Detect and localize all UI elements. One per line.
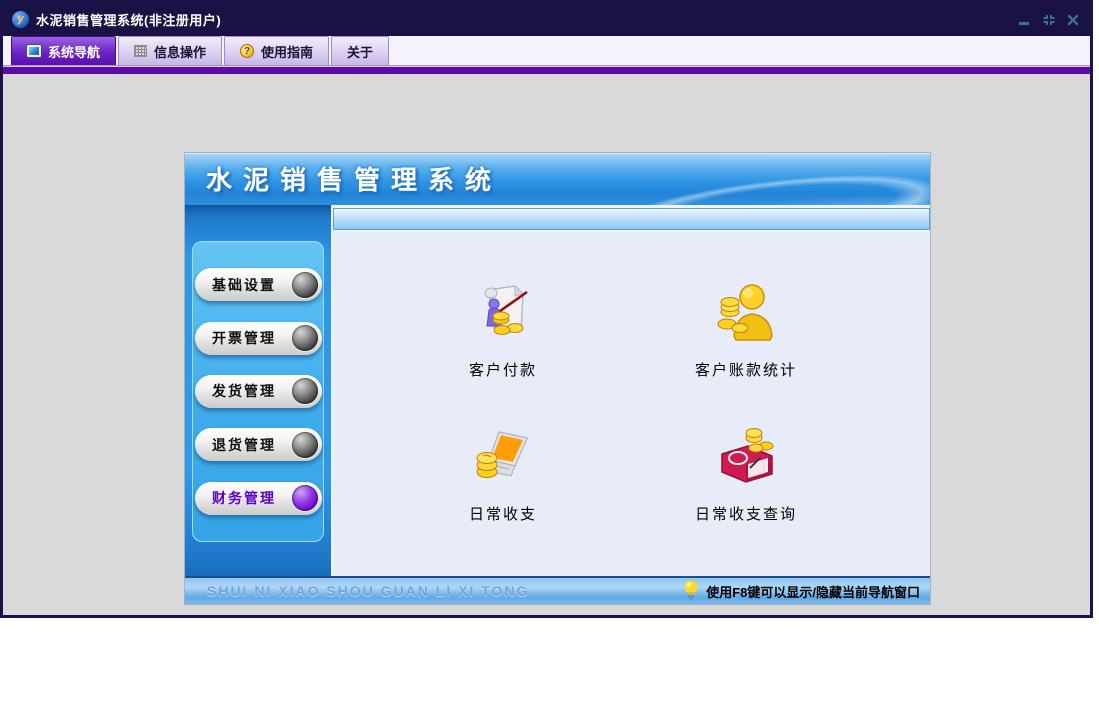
menu-tab[interactable]: 使用指南: [224, 36, 330, 65]
status-pinyin-text: SHUI NI XIAO SHOU GUAN LI XI TONG: [207, 583, 530, 599]
menu-tab[interactable]: 系统导航: [11, 36, 117, 65]
category-indicator-sphere: [291, 325, 318, 352]
status-hint-text: 使用F8键可以显示/隐藏当前导航窗口: [706, 584, 920, 600]
close-button[interactable]: [1065, 13, 1080, 27]
category-label: 财务管理: [212, 490, 276, 507]
title-bar: y 水泥销售管理系统(非注册用户): [3, 3, 1090, 36]
category-sidebar-inner: 基础设置 开票管理 发货管理 退货管理 财务管理: [192, 241, 324, 542]
customer-account-stats-icon: [714, 280, 778, 344]
app-window: y 水泥销售管理系统(非注册用户) 系统导航 信息操作 ? 使用指南 关于 水泥…: [0, 0, 1093, 618]
sidebar-category-button[interactable]: 发货管理: [194, 374, 322, 408]
window-controls: [1017, 13, 1080, 27]
content-region: 客户付款 客户账款统计 日常收支 日常收支查询: [333, 205, 930, 576]
panel-banner: 水泥销售管理系统: [185, 153, 930, 205]
daily-expense-icon: [471, 424, 535, 488]
menu-tab[interactable]: 信息操作: [118, 36, 223, 65]
grid-icon: [134, 45, 148, 57]
launcher-item[interactable]: 日常收支: [423, 424, 583, 524]
sidebar-category-button[interactable]: 开票管理: [194, 321, 322, 355]
launcher-grid: 客户付款 客户账款统计 日常收支 日常收支查询: [333, 232, 930, 576]
category-indicator-sphere: [291, 378, 318, 405]
tab-label: 关于: [347, 44, 374, 60]
daily-expense-query-icon: [714, 424, 778, 488]
category-label: 开票管理: [212, 330, 276, 347]
window-title: 水泥销售管理系统(非注册用户): [36, 13, 222, 28]
category-indicator-sphere: [291, 271, 318, 298]
tab-label: 系统导航: [48, 44, 101, 60]
category-label: 基础设置: [212, 276, 276, 293]
launcher-item-label: 日常收支查询: [694, 506, 797, 523]
category-indicator-sphere: [291, 485, 318, 512]
sidebar-category-button[interactable]: 基础设置: [194, 268, 322, 302]
content-header-strip: [333, 208, 930, 230]
launcher-item[interactable]: 客户付款: [423, 280, 583, 380]
launcher-item-label: 客户付款: [468, 362, 537, 379]
category-label: 退货管理: [212, 436, 276, 453]
monitor-icon: [26, 44, 42, 58]
minimize-button[interactable]: [1017, 13, 1032, 27]
navigation-panel: 水泥销售管理系统 基础设置 开票管理 发货管理 退货管理 财务管理 客户付款 客…: [185, 153, 930, 604]
accent-divider: [3, 66, 1090, 74]
launcher-item[interactable]: 日常收支查询: [666, 424, 826, 524]
category-indicator-sphere: [291, 431, 318, 458]
launcher-item-label: 客户账款统计: [694, 362, 797, 379]
panel-banner-title: 水泥销售管理系统: [206, 165, 503, 195]
main-menu-tabbar: 系统导航 信息操作 使用指南 关于: [3, 36, 1090, 66]
launcher-item-label: 日常收支: [468, 506, 537, 523]
sidebar-category-button[interactable]: 退货管理: [194, 428, 322, 462]
customer-payment-icon: [471, 280, 535, 344]
category-sidebar: 基础设置 开票管理 发货管理 退货管理 财务管理: [185, 205, 331, 576]
lightbulb-icon: [683, 580, 699, 602]
category-label: 发货管理: [212, 383, 276, 400]
app-logo-icon: y: [12, 11, 29, 28]
tab-label: 使用指南: [261, 44, 314, 60]
restore-button[interactable]: [1041, 13, 1056, 27]
panel-status-bar: SHUI NI XIAO SHOU GUAN LI XI TONG 使用F8键可…: [185, 576, 930, 604]
tab-label: 信息操作: [154, 44, 207, 60]
sidebar-category-active[interactable]: 财务管理: [194, 481, 322, 515]
menu-tab[interactable]: 关于: [331, 36, 390, 65]
launcher-item[interactable]: 客户账款统计: [666, 280, 826, 380]
help-icon: [240, 44, 255, 58]
